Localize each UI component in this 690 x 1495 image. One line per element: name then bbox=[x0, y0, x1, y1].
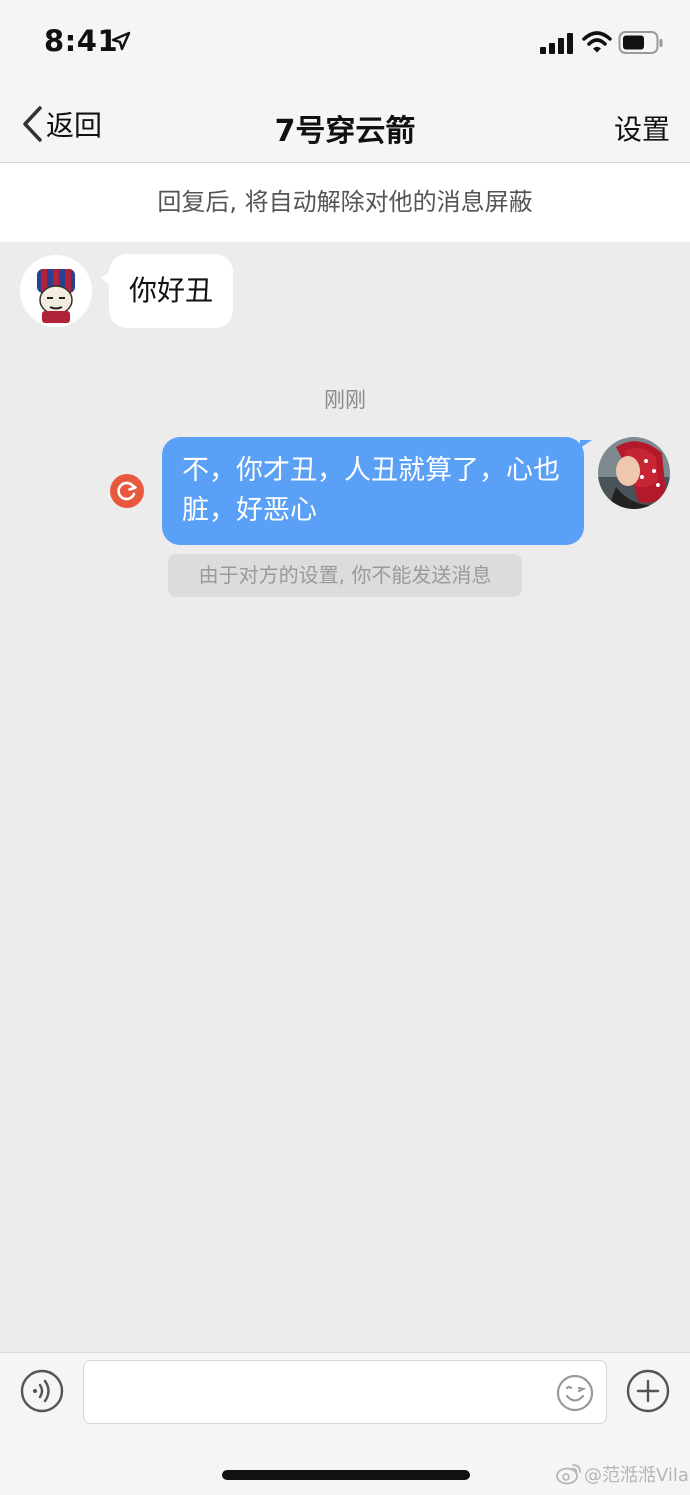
voice-icon[interactable] bbox=[20, 1369, 64, 1413]
message-timestamp: 刚刚 bbox=[324, 388, 366, 412]
emoji-icon[interactable] bbox=[556, 1374, 594, 1412]
settings-button[interactable]: 设置 bbox=[614, 108, 670, 148]
send-blocked-note: 由于对方的设置, 你不能发送消息 bbox=[168, 554, 522, 597]
status-bar: 8:41 bbox=[0, 0, 690, 88]
status-time: 8:41 bbox=[44, 24, 119, 58]
location-arrow-icon bbox=[111, 31, 131, 51]
wifi-icon bbox=[582, 31, 612, 53]
watermark: @范湉湉Vila bbox=[556, 1461, 689, 1487]
conversation-title: 7号穿云箭 bbox=[274, 114, 416, 149]
resend-failed-icon[interactable] bbox=[110, 474, 144, 508]
message-input[interactable] bbox=[83, 1360, 607, 1424]
unblock-notice: 回复后, 将自动解除对他的消息屏蔽 bbox=[0, 163, 690, 242]
outgoing-bubble-tail bbox=[580, 440, 592, 448]
cellular-signal-icon bbox=[540, 33, 573, 54]
meme-face-avatar-icon bbox=[20, 255, 92, 327]
home-indicator bbox=[222, 1470, 470, 1480]
own-avatar[interactable] bbox=[598, 437, 670, 509]
input-bar: @范湉湉Vila bbox=[0, 1352, 690, 1495]
weibo-logo-icon bbox=[556, 1464, 581, 1485]
outgoing-message-bubble[interactable]: 不，你才丑，人丑就算了，心也脏，好恶心 bbox=[162, 437, 584, 545]
user-photo-avatar-icon bbox=[598, 437, 670, 509]
watermark-text: @范湉湉Vila bbox=[584, 1465, 689, 1486]
contact-avatar[interactable] bbox=[20, 255, 92, 327]
incoming-message-bubble[interactable]: 你好丑 bbox=[109, 254, 234, 328]
navigation-bar: 返回 7号穿云箭 设置 bbox=[0, 88, 690, 163]
battery-icon bbox=[618, 31, 663, 54]
add-icon[interactable] bbox=[626, 1369, 670, 1413]
